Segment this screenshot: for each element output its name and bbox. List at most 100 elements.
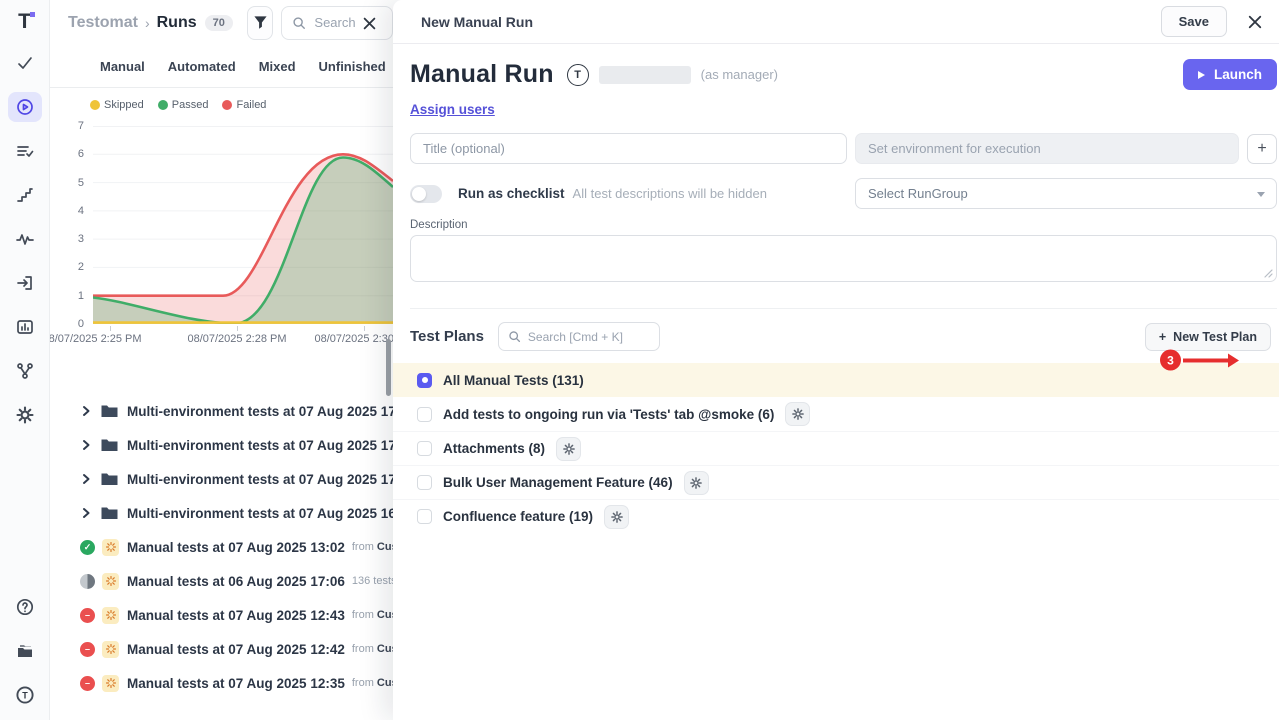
folder-icon — [101, 438, 118, 452]
annotation-step-3: 3 — [1160, 350, 1239, 371]
title-placeholder: Title (optional) — [423, 141, 505, 156]
test-plan-row[interactable]: Attachments (8) — [393, 431, 1279, 465]
projects-folders-icon[interactable] — [8, 636, 42, 666]
settings-gear-icon[interactable] — [8, 400, 42, 430]
checkbox[interactable] — [417, 475, 432, 490]
run-row[interactable]: ✓ Manual tests at 07 Aug 2025 13:02 from… — [50, 530, 393, 564]
runs-search-input[interactable]: Search — [281, 6, 393, 40]
run-folder-row[interactable]: Multi-environment tests at 07 Aug 2025 1… — [50, 462, 393, 496]
help-question-icon[interactable] — [8, 592, 42, 622]
run-row[interactable]: – Manual tests at 07 Aug 2025 12:35 from… — [50, 666, 393, 700]
owner-avatar: T — [567, 64, 589, 86]
funnel-icon — [253, 15, 268, 30]
run-row[interactable]: Manual tests at 06 Aug 2025 17:06 136 te… — [50, 564, 393, 598]
test-plan-row[interactable]: Add tests to ongoing run via 'Tests' tab… — [393, 397, 1279, 431]
clear-search-icon[interactable] — [358, 13, 380, 35]
run-as-checklist-toggle[interactable] — [410, 185, 442, 203]
milestones-steps-icon[interactable] — [8, 180, 42, 210]
manual-run-spark-icon — [102, 607, 119, 624]
reports-chart-icon[interactable] — [8, 312, 42, 342]
tests-check-icon[interactable] — [8, 48, 42, 78]
manual-run-spark-icon — [102, 641, 119, 658]
resize-handle-icon[interactable] — [1264, 269, 1273, 278]
status-failed-icon: – — [80, 608, 95, 623]
test-plan-row[interactable]: Bulk User Management Feature (46) — [393, 465, 1279, 499]
close-icon[interactable] — [1243, 10, 1267, 34]
svg-text:T: T — [22, 690, 28, 700]
chart-y-axis: 7 6 5 4 3 2 1 0 — [50, 126, 93, 324]
folder-icon — [101, 506, 118, 520]
new-test-plan-button[interactable]: + New Test Plan — [1145, 323, 1271, 351]
runs-header: Testomat › Runs 70 Search — [50, 0, 393, 45]
test-plan-settings-button[interactable] — [604, 505, 629, 529]
panel-scrollbar[interactable] — [386, 339, 391, 396]
test-plan-row[interactable]: Confluence feature (19) — [393, 499, 1279, 533]
tab-automated[interactable]: Automated — [168, 59, 236, 74]
status-passed-icon: ✓ — [80, 540, 95, 555]
tab-manual[interactable]: Manual — [100, 59, 145, 74]
icon-rail: T T — [0, 0, 50, 720]
test-plans-list: All Manual Tests (131) Add tests to ongo… — [393, 363, 1279, 533]
search-icon — [292, 16, 306, 30]
runs-search-placeholder: Search — [314, 15, 355, 30]
breadcrumb-page: Runs — [157, 14, 197, 32]
test-plan-row[interactable]: All Manual Tests (131) — [393, 363, 1279, 397]
profile-avatar-icon[interactable]: T — [8, 680, 42, 710]
test-plan-settings-button[interactable] — [556, 437, 581, 461]
annotation-badge: 3 — [1160, 350, 1181, 371]
runs-panel: Testomat › Runs 70 Search Manual Automat… — [50, 0, 393, 720]
title-input[interactable]: Title (optional) — [410, 133, 847, 164]
description-textarea[interactable] — [410, 235, 1277, 282]
legend-skipped[interactable]: Skipped — [90, 99, 144, 111]
tab-unfinished[interactable]: Unfinished — [319, 59, 386, 74]
tab-mixed[interactable]: Mixed — [259, 59, 296, 74]
rungroup-select[interactable]: Select RunGroup — [855, 178, 1277, 209]
legend-failed[interactable]: Failed — [222, 99, 266, 111]
analytics-pulse-icon[interactable] — [8, 224, 42, 254]
new-manual-run-drawer: New Manual Run Save Manual Run T (as man… — [393, 0, 1279, 720]
run-folder-row[interactable]: Multi-environment tests at 07 Aug 2025 1… — [50, 394, 393, 428]
breadcrumb-app[interactable]: Testomat — [68, 14, 138, 32]
import-arrow-icon[interactable] — [8, 268, 42, 298]
add-environment-button[interactable]: + — [1247, 134, 1277, 164]
runs-chart: 7 6 5 4 3 2 1 0 — [50, 126, 393, 324]
test-plans-search-input[interactable]: Search [Cmd + K] — [498, 322, 660, 351]
checkbox-checked[interactable] — [417, 373, 432, 388]
test-plan-settings-button[interactable] — [684, 471, 709, 495]
runs-list: Multi-environment tests at 07 Aug 2025 1… — [50, 394, 393, 700]
checkbox[interactable] — [417, 407, 432, 422]
environment-placeholder: Set environment for execution — [868, 141, 1041, 156]
chevron-right-icon — [80, 439, 92, 451]
checklist-hint: All test descriptions will be hidden — [573, 186, 767, 201]
run-folder-row[interactable]: Multi-environment tests at 07 Aug 2025 1… — [50, 496, 393, 530]
folder-icon — [101, 472, 118, 486]
failed-dot-icon — [222, 100, 232, 110]
environment-input[interactable]: Set environment for execution — [855, 133, 1239, 164]
folder-icon — [101, 404, 118, 418]
drawer-title: New Manual Run — [421, 14, 533, 30]
run-title-row: Manual Run T (as manager) Launch — [410, 59, 1277, 90]
checkbox[interactable] — [417, 441, 432, 456]
legend-passed[interactable]: Passed — [158, 99, 209, 111]
plus-icon: + — [1159, 330, 1166, 344]
assign-users-link[interactable]: Assign users — [410, 102, 495, 117]
run-folder-row[interactable]: Multi-environment tests at 07 Aug 2025 1… — [50, 428, 393, 462]
launch-button[interactable]: Launch — [1183, 59, 1277, 90]
test-plans-heading: Test Plans — [410, 328, 484, 345]
passed-dot-icon — [158, 100, 168, 110]
run-row[interactable]: – Manual tests at 07 Aug 2025 12:43 from… — [50, 598, 393, 632]
filter-button[interactable] — [247, 6, 274, 40]
test-plan-settings-button[interactable] — [785, 402, 810, 426]
test-plans-list-check-icon[interactable] — [8, 136, 42, 166]
save-button[interactable]: Save — [1161, 6, 1227, 37]
checkbox[interactable] — [417, 509, 432, 524]
runs-count-badge: 70 — [205, 15, 233, 31]
status-failed-icon: – — [80, 642, 95, 657]
checklist-label: Run as checklist — [458, 186, 565, 201]
run-row[interactable]: – Manual tests at 07 Aug 2025 12:42 from… — [50, 632, 393, 666]
testomat-logo-icon[interactable]: T — [18, 10, 31, 34]
test-plans-section: Test Plans Search [Cmd + K] + New Test P… — [410, 308, 1277, 533]
branches-fork-icon[interactable] — [8, 356, 42, 386]
manual-run-spark-icon — [102, 539, 119, 556]
runs-play-circle-icon[interactable] — [8, 92, 42, 122]
